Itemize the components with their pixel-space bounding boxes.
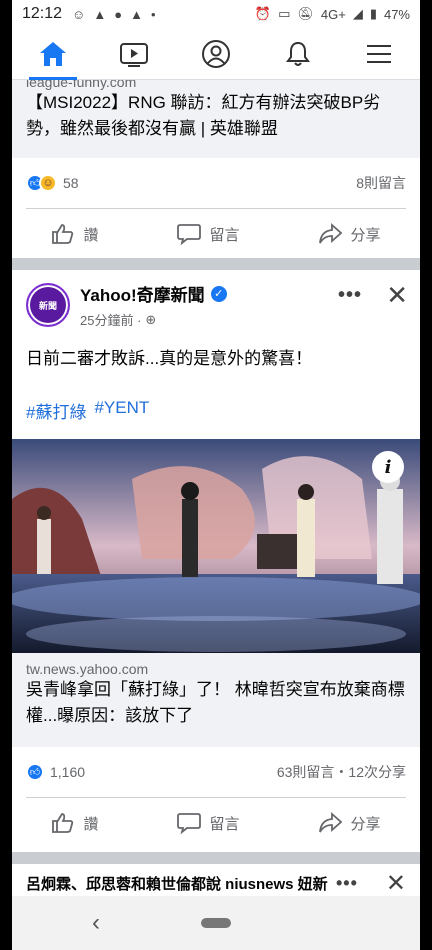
menu-icon bbox=[367, 44, 392, 63]
bell-icon bbox=[285, 41, 310, 66]
action-bar: 讚 留言 分享 bbox=[12, 798, 420, 848]
feed-gap bbox=[12, 258, 420, 270]
post-time-row: 25分鐘前 · ⊕ bbox=[80, 310, 227, 329]
home-icon bbox=[39, 41, 66, 66]
link-title: 吳青峰拿回「蘇打綠」了！ 林暐哲突宣布放棄商標權...曝原因：該放下了 bbox=[26, 680, 405, 725]
post-card-1: league-funny.com 【MSI2022】RNG 聯訪：紅方有辦法突破… bbox=[12, 80, 420, 258]
like-button[interactable]: 讚 bbox=[51, 223, 99, 245]
reaction-count[interactable]: 58 bbox=[63, 175, 79, 191]
avatar-text: 新聞 bbox=[38, 300, 57, 311]
comment-button[interactable]: 留言 bbox=[177, 812, 240, 834]
haha-reaction-icon: ☺ bbox=[39, 174, 57, 192]
post-text: 日前二審才敗訴...真的是意外的驚喜！ bbox=[26, 349, 313, 368]
link-preview[interactable]: tw.news.yahoo.com 吳青峰拿回「蘇打綠」了！ 林暐哲突宣布放棄商… bbox=[12, 653, 420, 747]
verified-icon: ✓ bbox=[210, 285, 227, 302]
share-button[interactable]: 分享 bbox=[318, 812, 381, 834]
link-domain: league-funny.com bbox=[26, 80, 137, 90]
profile-tab[interactable] bbox=[186, 28, 246, 80]
comment-button[interactable]: 留言 bbox=[177, 223, 240, 245]
share-label: 分享 bbox=[350, 815, 381, 833]
close-icon[interactable]: ✕ bbox=[386, 280, 408, 311]
page-avatar[interactable]: 新聞 bbox=[26, 283, 70, 327]
link-preview[interactable]: league-funny.com 【MSI2022】RNG 聯訪：紅方有辦法突破… bbox=[12, 80, 420, 158]
close-icon[interactable]: ✕ bbox=[386, 869, 406, 898]
comment-label: 留言 bbox=[209, 815, 240, 833]
link-title: 【MSI2022】RNG 聯訪：紅方有辦法突破BP劣勢，雖然最後都沒有贏 | 英… bbox=[26, 93, 381, 138]
back-icon[interactable]: ‹ bbox=[92, 909, 100, 937]
more-options-icon[interactable]: ••• bbox=[338, 284, 362, 307]
signal-icon: ◢ bbox=[352, 6, 363, 21]
concert-photo bbox=[12, 439, 420, 653]
smiley-icon: ☺ bbox=[72, 6, 86, 22]
globe-icon: ⊕ bbox=[145, 311, 157, 327]
android-icon: ▲ bbox=[93, 6, 107, 22]
page-name[interactable]: Yahoo!奇摩新聞 bbox=[80, 281, 205, 306]
battery-icon: ▮ bbox=[369, 6, 377, 21]
post-header: 新聞 Yahoo!奇摩新聞 ✓ 25分鐘前 · ⊕ ••• ✕ bbox=[12, 270, 420, 340]
more-options-icon[interactable]: ••• bbox=[336, 873, 358, 894]
link-domain: tw.news.yahoo.com bbox=[26, 661, 149, 677]
notifications-tab[interactable] bbox=[268, 28, 328, 80]
share-icon bbox=[319, 223, 343, 244]
page-name-row: Yahoo!奇摩新聞 ✓ bbox=[80, 281, 227, 306]
share-icon bbox=[319, 812, 343, 833]
comment-count[interactable]: 8則留言 bbox=[356, 173, 406, 193]
share-button[interactable]: 分享 bbox=[318, 223, 381, 245]
system-nav-bar: ‹ bbox=[12, 896, 420, 950]
comment-label: 留言 bbox=[209, 226, 240, 244]
status-right: ⏰ ▭ 🔕︎ 4G+ ◢ ▮ 47% bbox=[255, 6, 410, 22]
post-photo[interactable]: i bbox=[12, 439, 420, 653]
cast-icon: ▭ bbox=[278, 6, 291, 21]
post-stats: 👍︎ ☺ 58 8則留言 bbox=[12, 158, 420, 208]
home-tab[interactable] bbox=[23, 28, 83, 80]
like-reaction-icon: 👍︎ bbox=[26, 763, 44, 781]
like-label: 讚 bbox=[83, 815, 99, 833]
screen: 12:12 ☺ ▲ ● ▲ • ⏰ ▭ 🔕︎ 4G+ ◢ ▮ 47% leagu… bbox=[12, 0, 420, 950]
reaction-count[interactable]: 1,160 bbox=[50, 764, 85, 780]
hashtag-link[interactable]: #蘇打綠 bbox=[26, 398, 86, 423]
chat-icon: ● bbox=[114, 6, 123, 22]
alarm-icon: ⏰ bbox=[254, 6, 272, 21]
hashtag-link[interactable]: #YENT bbox=[94, 398, 149, 423]
hashtags: #蘇打綠 #YENT bbox=[12, 370, 420, 423]
status-bar: 12:12 ☺ ▲ ● ▲ • ⏰ ▭ 🔕︎ 4G+ ◢ ▮ 47% bbox=[12, 0, 420, 28]
post-card-2: 新聞 Yahoo!奇摩新聞 ✓ 25分鐘前 · ⊕ ••• ✕ 日前二審才敗訴.… bbox=[12, 270, 420, 852]
facebook-nav bbox=[12, 28, 420, 80]
header-info: Yahoo!奇摩新聞 ✓ 25分鐘前 · ⊕ bbox=[80, 281, 227, 329]
profile-icon bbox=[201, 39, 230, 68]
dot-icon: • bbox=[150, 6, 156, 22]
comment-icon bbox=[177, 224, 202, 245]
reactions[interactable]: 👍︎ ☺ bbox=[26, 174, 57, 192]
android-icon-2: ▲ bbox=[130, 6, 143, 22]
status-time: 12:12 bbox=[22, 5, 63, 22]
battery-level: 47% bbox=[383, 6, 410, 22]
comment-icon bbox=[177, 813, 202, 834]
network-label: 4G+ bbox=[320, 6, 346, 22]
post-time[interactable]: 25分鐘前 · bbox=[80, 310, 141, 329]
next-post-title[interactable]: 呂炯霖、邱思蓉和賴世倫都說 niusnews 妞新 bbox=[26, 873, 328, 894]
like-button[interactable]: 讚 bbox=[51, 812, 99, 834]
post-stats: 👍︎ 1,160 63則留言・12次分享 bbox=[12, 747, 420, 797]
watch-tab[interactable] bbox=[104, 28, 164, 80]
share-label: 分享 bbox=[350, 226, 381, 244]
menu-tab[interactable] bbox=[349, 28, 409, 80]
watch-icon bbox=[120, 42, 149, 67]
thumbs-up-icon bbox=[52, 813, 74, 833]
home-pill-icon[interactable] bbox=[201, 918, 231, 928]
like-label: 讚 bbox=[83, 226, 99, 244]
info-icon[interactable]: i bbox=[372, 451, 404, 483]
mute-icon: 🔕︎ bbox=[297, 6, 314, 21]
comment-share-count[interactable]: 63則留言・12次分享 bbox=[277, 762, 406, 782]
action-bar: 讚 留言 分享 bbox=[12, 209, 420, 259]
thumbs-up-icon bbox=[52, 224, 74, 244]
reactions[interactable]: 👍︎ bbox=[26, 763, 44, 781]
